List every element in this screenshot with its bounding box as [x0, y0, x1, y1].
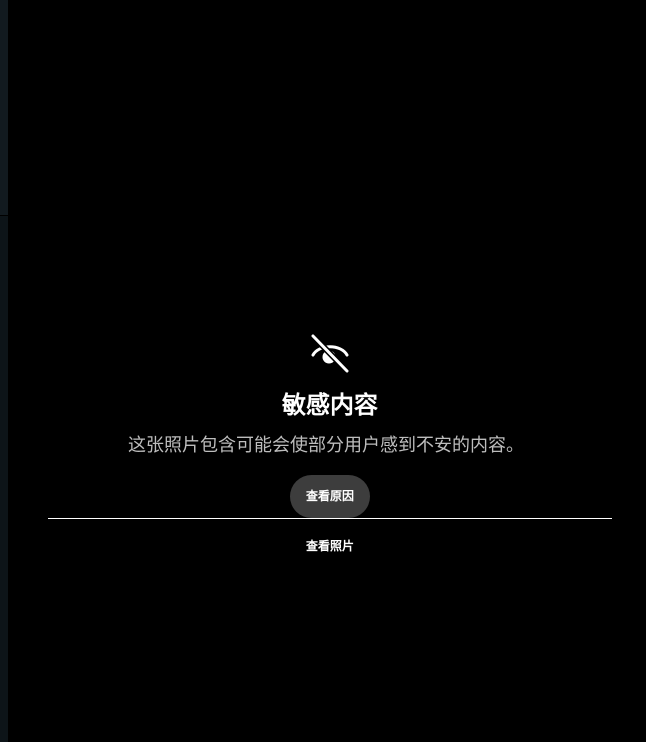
sensitive-content-page: 敏感内容 这张照片包含可能会使部分用户感到不安的内容。 查看原因 查看照片: [0, 0, 646, 742]
eye-slash-icon: [309, 333, 351, 373]
sensitive-content-title: 敏感内容: [282, 391, 378, 419]
left-edge-panel-top: [0, 0, 8, 215]
divider: [48, 518, 612, 519]
view-reason-button[interactable]: 查看原因: [290, 475, 370, 518]
sensitive-content-description: 这张照片包含可能会使部分用户感到不安的内容。: [128, 435, 524, 456]
view-photo-button[interactable]: 查看照片: [0, 536, 646, 556]
left-edge-panel-bottom: [0, 216, 8, 742]
